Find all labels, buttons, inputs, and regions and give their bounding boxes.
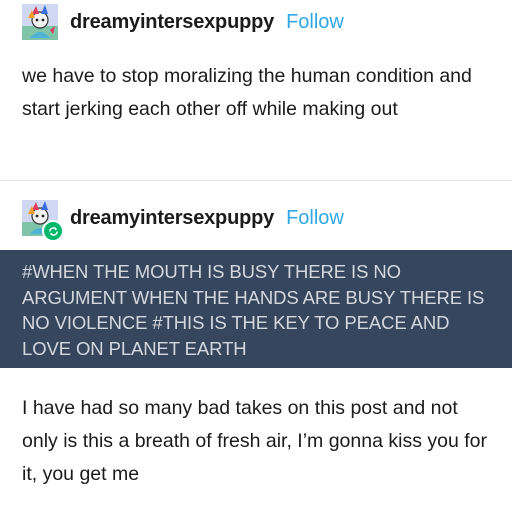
divider <box>0 180 512 181</box>
post-header: dreamyintersexpuppy Follow <box>22 4 344 40</box>
follow-button[interactable]: Follow <box>286 207 344 230</box>
post-body: we have to stop moralizing the human con… <box>22 65 472 120</box>
reblog-icon <box>42 220 64 242</box>
tags-box: #WHEN THE MOUTH IS BUSY THERE IS NO ARGU… <box>0 250 512 368</box>
follow-button[interactable]: Follow <box>286 11 344 34</box>
username[interactable]: dreamyintersexpuppy <box>70 11 274 34</box>
comment-body: I have had so many bad takes on this pos… <box>22 397 487 485</box>
reblog-header: dreamyintersexpuppy Follow <box>22 200 344 242</box>
avatar-icon[interactable] <box>22 200 64 242</box>
avatar-icon[interactable] <box>22 4 58 40</box>
tags-text: #WHEN THE MOUTH IS BUSY THERE IS NO ARGU… <box>22 261 485 359</box>
username[interactable]: dreamyintersexpuppy <box>70 207 274 230</box>
